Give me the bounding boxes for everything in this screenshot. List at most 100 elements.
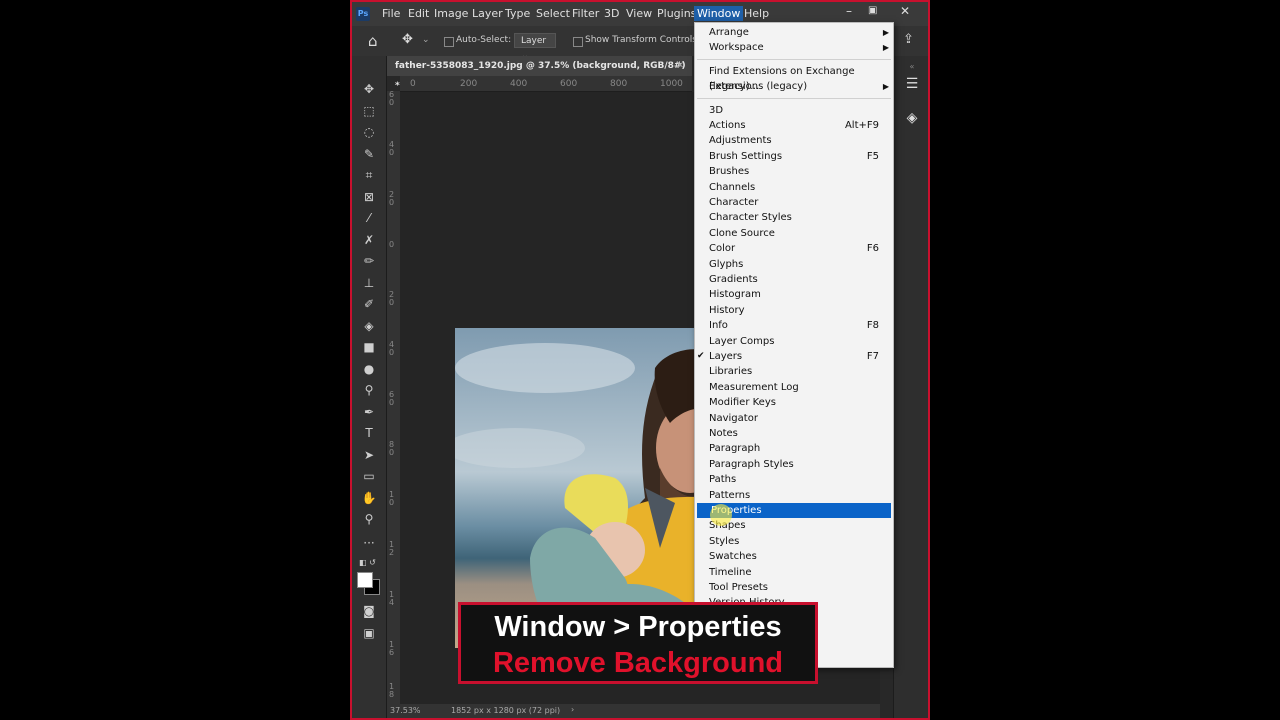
adjustments-panel-icon[interactable]: ☰ [902,76,922,92]
more-tools-icon[interactable]: ··· [359,534,379,552]
stamp-tool-icon[interactable]: ⊥ [359,274,379,292]
rectangle-tool-icon[interactable]: ▭ [359,467,379,485]
auto-select-checkbox[interactable] [444,37,454,47]
menu-item-character-styles[interactable]: Character Styles [695,210,893,225]
menu-item-gradients[interactable]: Gradients [695,272,893,287]
menu-3d[interactable]: 3D [604,7,619,20]
menu-item-modifier-keys[interactable]: Modifier Keys [695,395,893,410]
menu-item-paragraph[interactable]: Paragraph [695,441,893,456]
quick-select-tool-icon[interactable]: ✎ [359,145,379,163]
menu-item-notes[interactable]: Notes [695,426,893,441]
menu-item-brush-settings[interactable]: Brush Settings F5 [695,149,893,164]
menu-item-navigator[interactable]: Navigator [695,411,893,426]
ruler-tick: 0 [389,148,395,157]
menu-file[interactable]: File [382,7,400,20]
chevron-right-icon[interactable]: › [571,705,574,714]
menu-image[interactable]: Image [434,7,468,20]
move-tool-icon[interactable]: ✥ [359,80,379,98]
path-select-tool-icon[interactable]: ➤ [359,446,379,464]
menu-item-timeline[interactable]: Timeline [695,565,893,580]
menu-item-actions[interactable]: Actions Alt+F9 [695,118,893,133]
menu-item-paragraph-styles[interactable]: Paragraph Styles [695,457,893,472]
menu-item-layers[interactable]: ✔ Layers F7 [695,349,893,364]
menu-item-label: Extensions (legacy) [709,81,808,93]
default-colors-icon[interactable]: ◧ ↺ [359,554,379,572]
marquee-tool-icon[interactable]: ⬚ [359,102,379,120]
menu-item-character[interactable]: Character [695,195,893,210]
menu-item-layer-comps[interactable]: Layer Comps [695,334,893,349]
auto-select-dropdown[interactable]: Layer ⌄ [514,33,556,61]
type-tool-icon[interactable]: T [359,424,379,442]
tools-panel: ✥ ⬚ ◌ ✎ ⌗ ⊠ ⁄ ✗ ✏ ⊥ ✐ ◈ ■ ● ⚲ ✒ T ➤ ▭ ✋ … [352,56,387,718]
chevron-down-icon[interactable]: ⌄ [422,35,430,45]
foreground-color-swatch[interactable] [357,572,373,588]
menu-item-label: Paragraph Styles [709,458,794,470]
frame-tool-icon[interactable]: ⊠ [359,188,379,206]
menu-plugins[interactable]: Plugins [657,7,696,20]
menu-item-measurement-log[interactable]: Measurement Log [695,380,893,395]
menu-view[interactable]: View [626,7,652,20]
crop-tool-icon[interactable]: ⌗ [359,166,379,184]
minimize-icon[interactable]: – [846,4,852,18]
menu-item-workspace[interactable]: Workspace ▶ [695,40,893,55]
eyedropper-tool-icon[interactable]: ⁄ [359,209,379,227]
menu-item-brushes[interactable]: Brushes [695,164,893,179]
menu-edit[interactable]: Edit [408,7,429,20]
menu-item-3d[interactable]: 3D [695,103,893,118]
menu-item-glyphs[interactable]: Glyphs [695,257,893,272]
menu-item-patterns[interactable]: Patterns [695,488,893,503]
zoom-level[interactable]: 37.53% [390,706,421,715]
zoom-tool-icon[interactable]: ⚲ [359,510,379,528]
screen-mode-icon[interactable]: ▣ [359,624,379,642]
lasso-tool-icon[interactable]: ◌ [359,123,379,141]
menu-window[interactable]: Window [694,6,744,21]
history-brush-icon[interactable]: ✐ [359,295,379,313]
menu-item-shortcut: F5 [866,150,879,162]
menu-item-label: Workspace [709,42,764,54]
menu-select[interactable]: Select [536,7,570,20]
menu-item-clone-source[interactable]: Clone Source [695,226,893,241]
photoshop-logo-icon[interactable]: Ps [356,7,370,21]
document-info: 1852 px x 1280 px (72 ppi) [451,706,561,715]
close-icon[interactable]: ✕ [900,4,910,18]
menu-item-arrange[interactable]: Arrange ▶ [695,25,893,40]
menu-item-tool-presets[interactable]: Tool Presets [695,580,893,595]
menu-type[interactable]: Type [505,7,530,20]
menu-item-info[interactable]: Info F8 [695,318,893,333]
brush-tool-icon[interactable]: ✏ [359,252,379,270]
dodge-tool-icon[interactable]: ⚲ [359,381,379,399]
move-tool-icon[interactable]: ✥ [402,32,413,47]
hand-tool-icon[interactable]: ✋ [359,489,379,507]
menu-item-histogram[interactable]: Histogram [695,287,893,302]
menu-layer[interactable]: Layer [472,7,503,20]
layers-panel-icon[interactable]: ◈ [902,110,922,126]
submenu-arrow-icon: ▶ [882,82,889,92]
menu-filter[interactable]: Filter [572,7,599,20]
menu-item-find-extensions-on-exchange-legacy[interactable]: Find Extensions on Exchange (legacy)... [695,64,893,92]
menu-item-styles[interactable]: Styles [695,534,893,549]
menu-item-channels[interactable]: Channels [695,180,893,195]
gradient-tool-icon[interactable]: ■ [359,338,379,356]
close-icon[interactable]: ✕ [676,56,684,76]
menu-item-color[interactable]: Color F6 [695,241,893,256]
menu-help[interactable]: Help [744,7,769,20]
menu-item-label: Timeline [709,566,752,578]
eraser-tool-icon[interactable]: ◈ [359,317,379,335]
menu-item-shortcut: F8 [866,320,879,332]
maximize-icon[interactable]: ▣ [868,5,877,16]
menu-item-paths[interactable]: Paths [695,472,893,487]
menu-item-adjustments[interactable]: Adjustments [695,133,893,148]
pen-tool-icon[interactable]: ✒ [359,403,379,421]
menu-item-history[interactable]: History [695,303,893,318]
collapse-icon[interactable]: « [902,62,922,71]
blur-tool-icon[interactable]: ● [359,360,379,378]
menu-item-libraries[interactable]: Libraries [695,364,893,379]
menu-item-swatches[interactable]: Swatches [695,549,893,564]
share-icon[interactable]: ⇪ [903,32,914,47]
quick-mask-icon[interactable]: ◙ [359,602,379,620]
transform-controls-checkbox[interactable] [573,37,583,47]
document-tab[interactable]: father-5358083_1920.jpg @ 37.5% (backgro… [387,56,692,91]
healing-tool-icon[interactable]: ✗ [359,231,379,249]
home-icon[interactable]: ⌂ [368,32,378,50]
menu-item-extensions-legacy[interactable]: Extensions (legacy) ▶ [695,79,893,94]
